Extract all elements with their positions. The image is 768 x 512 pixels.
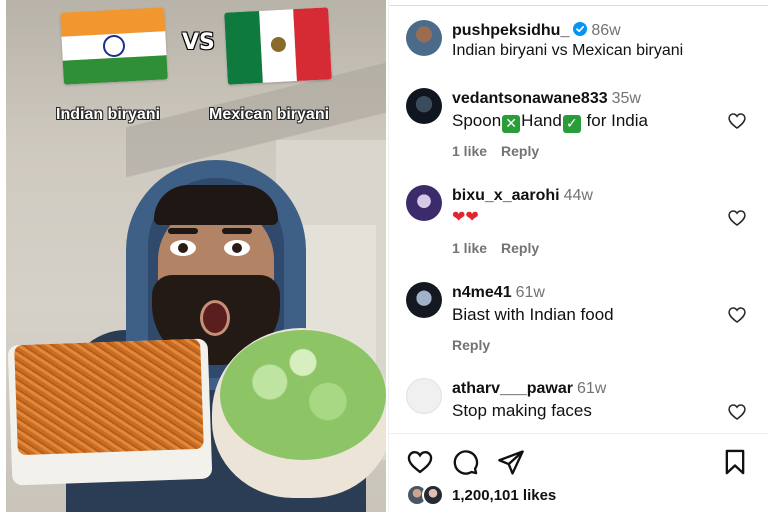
comment-time[interactable]: 44w [564, 187, 593, 204]
verified-badge-icon [573, 22, 588, 36]
comment-meta: 1 like Reply [452, 143, 553, 159]
comment-meta: 1 like Reply [452, 240, 553, 256]
author-avatar[interactable] [406, 20, 442, 56]
comment-text: ❤❤ [452, 207, 479, 226]
comment-text: Spoon ✕ Hand ✓ for India [452, 111, 648, 133]
liked-by-avatars[interactable] [406, 484, 450, 506]
author-time[interactable]: 86w [591, 22, 620, 39]
comment-time[interactable]: 61w [516, 284, 545, 301]
comment-username[interactable]: bixu_x_aarohi [452, 187, 560, 204]
caption-indian-biryani: Indian biryani [56, 106, 161, 123]
comment-avatar[interactable] [406, 88, 442, 124]
check-mark-emoji: ✓ [562, 115, 581, 133]
panel-divider [389, 0, 768, 6]
lettuce [220, 330, 386, 460]
bookmark-icon[interactable] [721, 448, 749, 476]
comment-time[interactable]: 61w [577, 380, 606, 397]
comment-header: bixu_x_aarohi 44w [452, 187, 593, 205]
comment-header: n4me41 61w [452, 284, 545, 302]
comment-text: Biast with Indian food [452, 305, 614, 324]
heart-icon[interactable] [406, 448, 434, 476]
comment-avatar[interactable] [406, 378, 442, 414]
mexico-emblem [270, 36, 286, 53]
comment-header: atharv___pawar 61w [452, 380, 606, 398]
comment-username[interactable]: n4me41 [452, 284, 512, 301]
mexico-flag [224, 7, 332, 85]
comment-avatar[interactable] [406, 282, 442, 318]
cross-mark-emoji: ✕ [502, 115, 521, 133]
biryani-rice [14, 338, 204, 456]
reply-button[interactable]: Reply [452, 337, 490, 353]
comment-avatar[interactable] [406, 185, 442, 221]
india-flag [60, 7, 168, 85]
comment-username[interactable]: atharv___pawar [452, 380, 573, 397]
mouth [200, 300, 230, 336]
caption-mexican-biryani: Mexican biryani [209, 106, 330, 123]
likes-count[interactable]: 1,200,101 likes [452, 487, 556, 504]
vs-label: VS [182, 30, 215, 55]
reply-button[interactable]: Reply [501, 143, 539, 159]
comment-like-heart-icon[interactable] [727, 305, 747, 325]
post-caption: Indian biryani vs Mexican biryani [452, 42, 684, 59]
send-icon[interactable] [497, 448, 525, 476]
avatar [422, 484, 444, 506]
reel-video[interactable]: VS Indian biryani Mexican biryani [6, 0, 386, 512]
comment-text: Stop making faces [452, 401, 592, 420]
comment-likes[interactable]: 1 like [452, 143, 487, 159]
actions-divider [389, 433, 768, 434]
comment-username[interactable]: vedantsonawane833 [452, 90, 608, 107]
comment-time[interactable]: 35w [612, 90, 641, 107]
reply-button[interactable]: Reply [501, 240, 539, 256]
comment-like-heart-icon[interactable] [727, 402, 747, 422]
comment-like-heart-icon[interactable] [727, 111, 747, 131]
comment-header: vedantsonawane833 35w [452, 90, 641, 108]
post-panel: pushpeksidhu_ 86w Indian biryani vs Mexic… [388, 0, 768, 512]
comment-likes[interactable]: 1 like [452, 240, 487, 256]
author-username[interactable]: pushpeksidhu_ [452, 22, 569, 39]
author-row: pushpeksidhu_ 86w [452, 22, 621, 40]
comment-like-heart-icon[interactable] [727, 208, 747, 228]
comment-meta: Reply [452, 337, 504, 353]
comment-icon[interactable] [451, 448, 479, 476]
